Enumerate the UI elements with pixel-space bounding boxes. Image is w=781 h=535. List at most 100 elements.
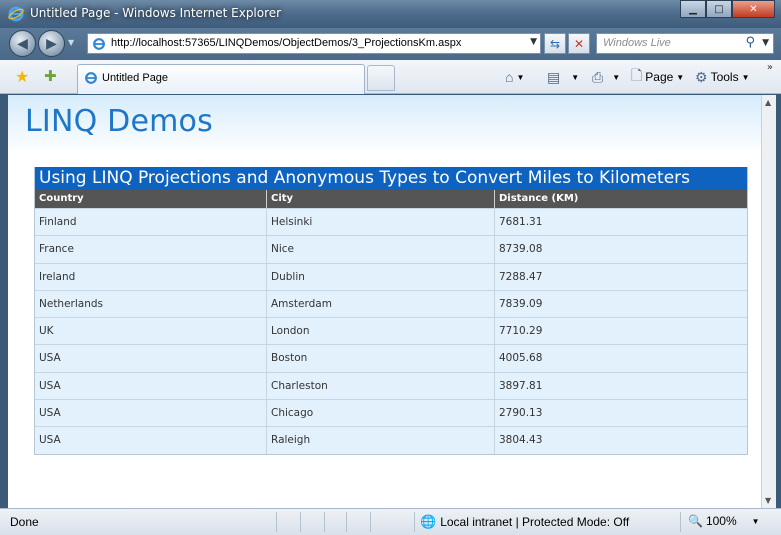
status-divider	[346, 512, 347, 532]
cell-distance: 7681.31	[499, 216, 543, 228]
magnifier-icon: 🔍	[688, 514, 703, 528]
page-viewport: LINQ Demos Using LINQ Projections and An…	[8, 95, 761, 508]
cell-city: Amsterdam	[267, 290, 495, 318]
stop-icon: ✕	[573, 36, 585, 51]
tools-menu-label: Tools	[710, 70, 739, 84]
cell-city: Boston	[267, 345, 495, 372]
tab-page-icon	[85, 72, 97, 84]
window-title-bar: Untitled Page - Windows Internet Explore…	[0, 0, 781, 28]
vertical-scrollbar[interactable]: ▲ ▼	[761, 95, 776, 508]
back-arrow-icon: ◀	[17, 35, 28, 52]
more-commands-icon[interactable]: »	[767, 62, 773, 73]
tab-label: Untitled Page	[102, 72, 169, 84]
cell-city: Nice	[267, 236, 495, 263]
scroll-up-icon[interactable]: ▲	[765, 98, 771, 107]
status-bar: Done 🌐 Local intranet | Protected Mode: …	[0, 508, 781, 535]
address-url[interactable]: http://localhost:57365/LINQDemos/ObjectD…	[111, 37, 461, 49]
address-row: ◀ ▶ ▼ http://localhost:57365/LINQDemos/O…	[0, 28, 781, 60]
chevron-down-icon: ▼	[612, 72, 621, 82]
table-row: USA Charleston 3897.81	[35, 371, 747, 400]
table-row: Finland Helsinki 7681.31	[35, 208, 747, 236]
column-header-distance: Distance (KM)	[499, 193, 579, 204]
back-button[interactable]: ◀	[9, 30, 36, 57]
tab-untitled-page[interactable]: Untitled Page	[77, 64, 365, 94]
cell-city: London	[267, 318, 495, 345]
page-menu[interactable]: 🗋 Page ▼	[631, 67, 685, 86]
cell-distance: 8739.08	[499, 243, 543, 256]
status-divider	[370, 512, 371, 532]
search-options-icon[interactable]: ▼	[762, 38, 769, 48]
internet-explorer-icon	[8, 6, 24, 22]
minimize-button[interactable]: ▁	[680, 0, 706, 18]
table-row: USA Boston 4005.68	[35, 344, 747, 372]
cell-distance: 3804.43	[499, 434, 543, 447]
grid-caption: Using LINQ Projections and Anonymous Typ…	[35, 167, 747, 190]
page-menu-label: Page	[645, 70, 674, 84]
search-icon[interactable]: ⚲	[745, 35, 755, 50]
refresh-icon: ⇆	[549, 36, 561, 51]
chevron-down-icon: ▼	[516, 72, 525, 82]
distance-grid: Using LINQ Projections and Anonymous Typ…	[34, 167, 748, 455]
cell-country: USA	[35, 345, 267, 372]
rss-feed-icon: ▤	[547, 68, 561, 85]
zone-label: Local intranet | Protected Mode: Off	[440, 515, 630, 529]
print-button[interactable]: ⎙ ▼	[592, 68, 620, 86]
zoom-level: 100%	[705, 514, 737, 528]
cell-country: UK	[35, 318, 267, 345]
window-title: Untitled Page - Windows Internet Explore…	[30, 6, 282, 20]
feeds-button[interactable]: ▤ ▼	[547, 68, 579, 86]
printer-icon: ⎙	[592, 68, 604, 85]
column-header-city: City	[267, 190, 495, 208]
forward-arrow-icon: ▶	[46, 35, 57, 52]
status-text: Done	[10, 515, 39, 529]
globe-icon: 🌐	[420, 514, 437, 529]
table-row: Ireland Dublin 7288.47	[35, 262, 747, 290]
page-title: LINQ Demos	[25, 104, 213, 139]
favorites-star-icon[interactable]: ★	[15, 67, 29, 86]
cell-country: USA	[35, 427, 267, 454]
chevron-down-icon: ▼	[676, 72, 685, 82]
status-divider	[414, 512, 415, 532]
scroll-down-icon[interactable]: ▼	[765, 496, 771, 505]
cell-city: Charleston	[267, 372, 495, 400]
cell-country: Finland	[35, 209, 267, 236]
grid-header-row: Country City Distance (KM)	[35, 190, 747, 208]
cell-distance: 7288.47	[499, 270, 543, 283]
recent-pages-dropdown-icon[interactable]: ▼	[68, 38, 74, 47]
column-header-country: Country	[35, 190, 267, 208]
zoom-control[interactable]: 🔍 100% ▼	[688, 514, 760, 528]
home-icon: ⌂	[505, 69, 514, 85]
cell-distance: 4005.68	[499, 352, 543, 365]
table-row: USA Raleigh 3804.43	[35, 426, 747, 454]
cell-city: Chicago	[267, 400, 495, 427]
command-bar: ★ ✚ Untitled Page ⌂ ▼ ▤ ▼ ⎙ ▼ 🗋 Page ▼ ⚙ To…	[0, 60, 781, 94]
new-tab-button[interactable]	[367, 65, 395, 91]
chevron-down-icon: ▼	[741, 72, 750, 82]
tools-menu[interactable]: ⚙ Tools ▼	[695, 68, 750, 86]
cell-country: Ireland	[35, 263, 267, 290]
close-button[interactable]: ✕	[732, 0, 775, 18]
cell-city: Helsinki	[267, 209, 495, 236]
address-dropdown-icon[interactable]: ▼	[530, 37, 537, 47]
add-favorite-icon[interactable]: ✚	[44, 67, 57, 85]
status-divider	[680, 512, 681, 532]
status-divider	[276, 512, 277, 532]
home-button[interactable]: ⌂ ▼	[505, 68, 524, 86]
cell-country: Netherlands	[35, 290, 267, 318]
window-controls: ▁ □ ✕	[680, 0, 775, 18]
address-field[interactable]: http://localhost:57365/LINQDemos/ObjectD…	[87, 33, 541, 54]
table-row: UK London 7710.29	[35, 317, 747, 345]
status-divider	[324, 512, 325, 532]
security-zone[interactable]: 🌐 Local intranet | Protected Mode: Off	[420, 514, 629, 530]
status-divider	[300, 512, 301, 532]
table-row: Netherlands Amsterdam 7839.09	[35, 289, 747, 318]
stop-button[interactable]: ✕	[568, 33, 590, 54]
search-field[interactable]: Windows Live ⚲ ▼	[596, 33, 774, 54]
maximize-button[interactable]: □	[706, 0, 732, 18]
refresh-button[interactable]: ⇆	[544, 33, 566, 54]
forward-button[interactable]: ▶	[38, 30, 65, 57]
chevron-down-icon: ▼	[571, 72, 580, 82]
site-header: LINQ Demos	[8, 95, 761, 155]
table-row: France Nice 8739.08	[35, 235, 747, 263]
cell-distance: 3897.81	[499, 379, 543, 392]
